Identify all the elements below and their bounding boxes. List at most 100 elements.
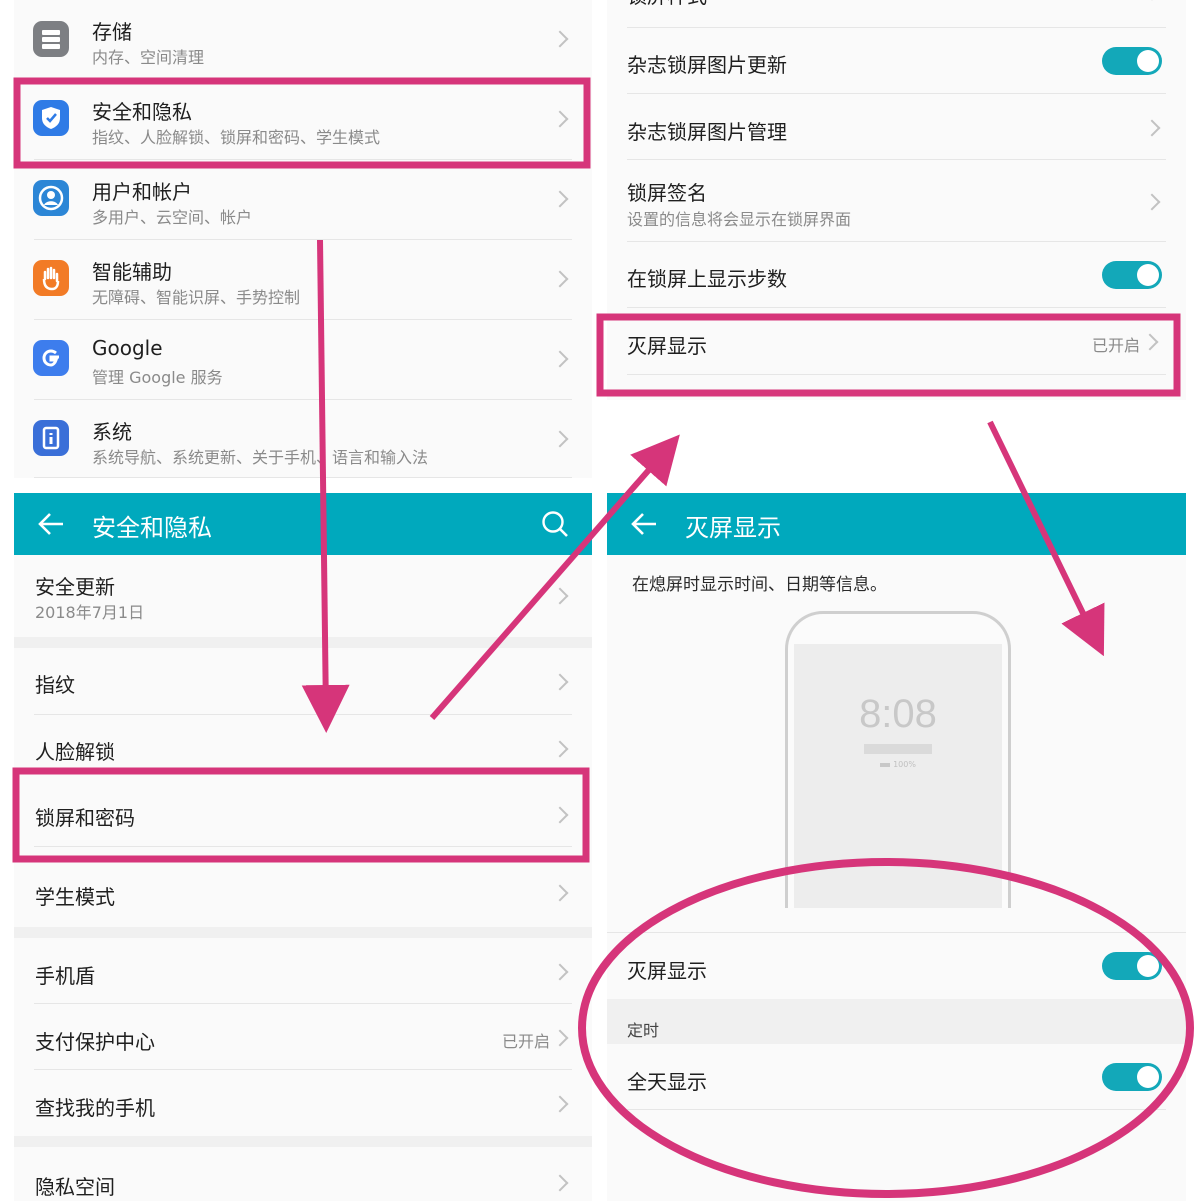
item-title: 锁屏样式	[627, 0, 707, 9]
page-title: 安全和隐私	[92, 514, 212, 542]
page-title: 灭屏显示	[685, 514, 781, 542]
aod-header: 灭屏显示	[607, 493, 1186, 555]
timing-section-header: 定时	[607, 999, 1186, 1044]
aod-toggle-item[interactable]: 灭屏显示	[607, 932, 1186, 1000]
chevron-right-icon	[551, 350, 569, 368]
item-title: 指纹	[35, 673, 75, 697]
aod-settings-panel: 灭屏显示 在熄屏时显示时间、日期等信息。 8:08 100% 灭屏显示 定时 全…	[607, 493, 1186, 1201]
chevron-right-icon	[1141, 333, 1159, 351]
settings-item-title: Google	[92, 336, 163, 360]
face-unlock-item[interactable]: 人脸解锁	[14, 715, 592, 781]
chevron-right-icon	[1143, 119, 1161, 137]
back-arrow-icon[interactable]	[36, 510, 66, 538]
lock-screen-settings-panel: 锁屏样式 杂志锁屏图片更新 杂志锁屏图片管理 锁屏签名 设置的信息将会显示在锁屏…	[607, 0, 1186, 400]
all-day-toggle[interactable]	[1102, 1063, 1162, 1091]
settings-item-subtitle: 系统导航、系统更新、关于手机、语言和输入法	[92, 448, 429, 467]
item-title: 锁屏和密码	[35, 806, 135, 830]
settings-list-panel: 存储 内存、空间清理 安全和隐私 指纹、人脸解锁、锁屏和密码、学生模式 用户和帐…	[14, 0, 592, 478]
aod-description: 在熄屏时显示时间、日期等信息。	[632, 575, 887, 595]
magazine-manage-item[interactable]: 杂志锁屏图片管理	[607, 94, 1186, 160]
chevron-right-icon	[551, 963, 569, 981]
item-title: 学生模式	[35, 885, 115, 909]
chevron-right-icon	[551, 587, 569, 605]
settings-item-subtitle: 无障碍、智能识屏、手势控制	[92, 288, 301, 307]
preview-clock: 8:08	[859, 692, 937, 736]
item-subtitle: 2018年7月1日	[35, 603, 145, 622]
chevron-right-icon	[551, 740, 569, 758]
payment-protection-item[interactable]: 支付保护中心 已开启	[14, 1004, 592, 1070]
google-icon	[33, 340, 69, 376]
item-title: 锁屏签名	[627, 181, 707, 205]
settings-item-users[interactable]: 用户和帐户 多用户、云空间、帐户	[14, 160, 592, 240]
settings-item-security[interactable]: 安全和隐私 指纹、人脸解锁、锁屏和密码、学生模式	[14, 80, 592, 160]
search-icon[interactable]	[540, 509, 570, 539]
security-update-item[interactable]: 安全更新 2018年7月1日	[14, 555, 592, 637]
settings-item-subtitle: 内存、空间清理	[92, 48, 205, 67]
status-value: 已开启	[1091, 336, 1140, 355]
phone-preview: 8:08 100%	[785, 611, 1011, 914]
lock-signature-item[interactable]: 锁屏签名 设置的信息将会显示在锁屏界面	[607, 160, 1186, 242]
storage-icon	[33, 21, 69, 57]
chevron-right-icon	[551, 806, 569, 824]
chevron-right-icon	[551, 430, 569, 448]
item-subtitle: 设置的信息将会显示在锁屏界面	[627, 210, 852, 229]
magazine-update-toggle[interactable]	[1102, 47, 1162, 75]
private-space-item[interactable]: 隐私空间	[14, 1147, 592, 1201]
student-mode-item[interactable]: 学生模式	[14, 847, 592, 927]
item-title: 隐私空间	[35, 1175, 115, 1199]
hand-icon	[33, 260, 69, 296]
magazine-update-item[interactable]: 杂志锁屏图片更新	[607, 28, 1186, 94]
item-title: 在锁屏上显示步数	[627, 267, 787, 291]
lock-style-item[interactable]: 锁屏样式	[607, 0, 1186, 28]
chevron-right-icon	[551, 270, 569, 288]
chevron-right-icon	[551, 190, 569, 208]
item-title: 杂志锁屏图片更新	[627, 53, 787, 77]
chevron-right-icon	[551, 1095, 569, 1113]
settings-item-title: 安全和隐私	[92, 100, 192, 124]
item-title: 全天显示	[627, 1070, 707, 1094]
aod-toggle[interactable]	[1102, 952, 1162, 980]
chevron-right-icon	[1143, 193, 1161, 211]
user-account-icon	[33, 180, 69, 216]
show-steps-item[interactable]: 在锁屏上显示步数	[607, 242, 1186, 308]
security-header: 安全和隐私	[14, 493, 592, 555]
show-steps-toggle[interactable]	[1102, 261, 1162, 289]
chevron-right-icon	[551, 1029, 569, 1047]
phone-shield-item[interactable]: 手机盾	[14, 938, 592, 1004]
settings-item-title: 系统	[92, 420, 132, 444]
fingerprint-item[interactable]: 指纹	[14, 648, 592, 715]
all-day-item[interactable]: 全天显示	[607, 1044, 1186, 1110]
chevron-right-icon	[551, 30, 569, 48]
settings-item-subtitle: 指纹、人脸解锁、锁屏和密码、学生模式	[92, 128, 381, 147]
settings-item-title: 存储	[92, 20, 132, 44]
battery-icon	[880, 762, 891, 767]
item-title: 人脸解锁	[35, 740, 115, 764]
chevron-right-icon	[551, 673, 569, 691]
item-title: 灭屏显示	[627, 334, 707, 358]
aod-item[interactable]: 灭屏显示 已开启	[607, 308, 1186, 375]
preview-battery: 100%	[893, 760, 916, 769]
settings-item-title: 智能辅助	[92, 260, 172, 284]
chevron-right-icon	[551, 884, 569, 902]
item-title: 安全更新	[35, 575, 115, 599]
section-label: 定时	[627, 1021, 660, 1040]
system-icon	[33, 420, 69, 456]
item-title: 手机盾	[35, 964, 95, 988]
settings-item-subtitle: 多用户、云空间、帐户	[92, 208, 253, 227]
status-value: 已开启	[501, 1032, 550, 1051]
lock-screen-password-item[interactable]: 锁屏和密码	[14, 781, 592, 847]
item-title: 灭屏显示	[627, 959, 707, 983]
item-title: 杂志锁屏图片管理	[627, 120, 787, 144]
find-my-phone-item[interactable]: 查找我的手机	[14, 1070, 592, 1136]
item-title: 支付保护中心	[35, 1030, 155, 1054]
settings-item-system[interactable]: 系统 系统导航、系统更新、关于手机、语言和输入法	[14, 400, 592, 478]
settings-item-subtitle: 管理 Google 服务	[92, 368, 223, 387]
settings-item-google[interactable]: Google 管理 Google 服务	[14, 320, 592, 400]
security-privacy-panel: 安全和隐私 安全更新 2018年7月1日 指纹 人脸解锁 锁屏和密码 学生模式 …	[14, 493, 592, 1201]
settings-item-assistant[interactable]: 智能辅助 无障碍、智能识屏、手势控制	[14, 240, 592, 320]
back-arrow-icon[interactable]	[629, 510, 659, 538]
item-title: 查找我的手机	[35, 1096, 155, 1120]
settings-item-title: 用户和帐户	[92, 180, 192, 204]
settings-item-storage[interactable]: 存储 内存、空间清理	[14, 0, 592, 80]
chevron-right-icon	[551, 1174, 569, 1192]
